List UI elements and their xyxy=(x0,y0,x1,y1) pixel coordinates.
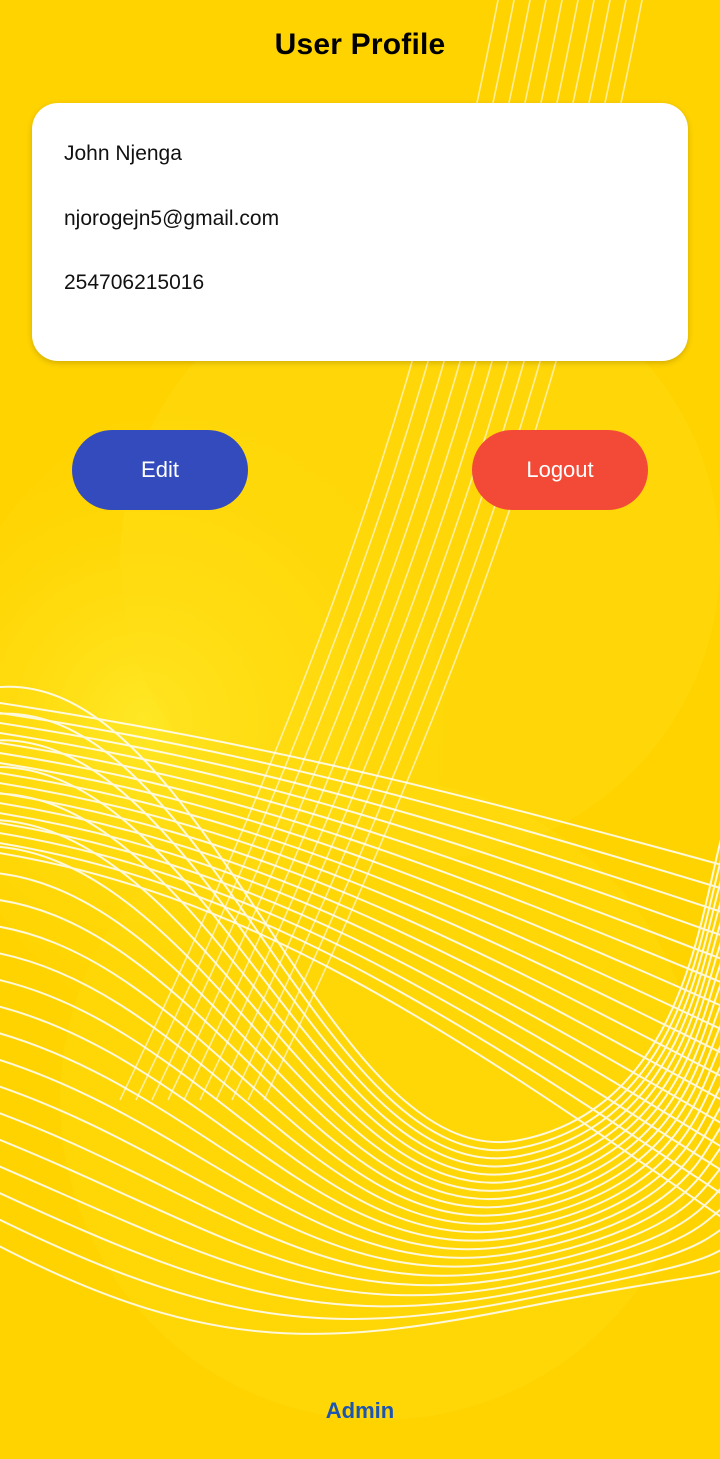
profile-phone: 254706215016 xyxy=(64,271,205,294)
profile-name: John Njenga xyxy=(64,142,182,165)
profile-card: John Njenga njorogejn5@gmail.com 2547062… xyxy=(32,103,688,361)
profile-email: njorogejn5@gmail.com xyxy=(64,207,280,230)
page-title: User Profile xyxy=(274,28,446,61)
logout-button[interactable]: Logout xyxy=(472,430,648,510)
edit-button[interactable]: Edit xyxy=(72,430,248,510)
admin-link[interactable]: Admin xyxy=(0,1398,720,1424)
